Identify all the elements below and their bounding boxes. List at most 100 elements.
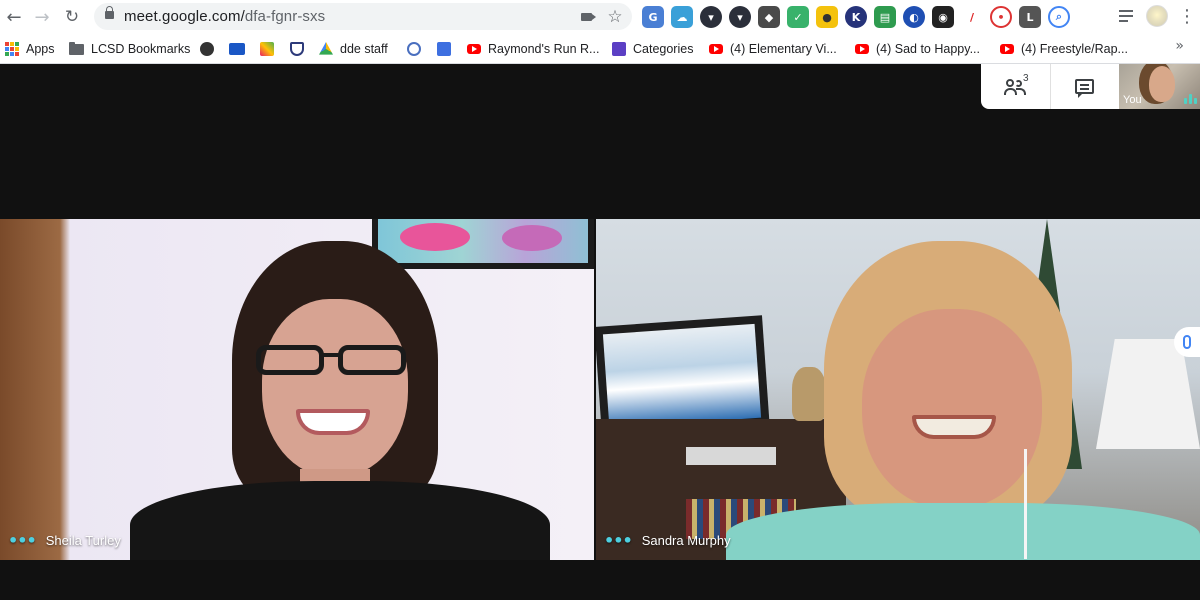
url-text[interactable]: meet.google.com/dfa-fgnr-sxs xyxy=(124,8,325,25)
bookmark-dde-staff[interactable]: dde staff xyxy=(319,40,388,58)
bookmark-label: (4) Freestyle/Rap... xyxy=(1021,42,1128,56)
bookmarks-bar: Apps LCSD Bookmarks dde staff Raymond's … xyxy=(0,34,1200,64)
wall-painting xyxy=(372,219,594,269)
mic-level-icon xyxy=(1184,94,1197,104)
bookmark-c[interactable] xyxy=(437,40,451,58)
browser-toolbar: ← → ↻ meet.google.com/dfa-fgnr-sxs ☆ G ☁… xyxy=(0,0,1200,34)
earbud-cable xyxy=(1024,449,1027,559)
bookmark-icon xyxy=(260,42,274,56)
back-icon[interactable]: ← xyxy=(2,5,26,29)
meeting-top-panel: 3 xyxy=(981,64,1119,109)
youtube-icon xyxy=(709,44,723,54)
participant-name: Sandra Murphy xyxy=(641,533,731,548)
people-button[interactable]: 3 xyxy=(981,64,1050,109)
media-control-icon[interactable] xyxy=(1118,7,1136,25)
bookmark-label: (4) Elementary Vi... xyxy=(730,42,837,56)
youtube-icon xyxy=(1000,44,1014,54)
chat-icon xyxy=(1075,79,1095,98)
bookmark-label: (4) Sad to Happy... xyxy=(876,42,980,56)
kebab-menu-icon[interactable]: ⋮ xyxy=(1178,6,1196,27)
l-extension-icon[interactable]: L xyxy=(1019,6,1041,28)
person-smile xyxy=(912,415,996,439)
drive-icon xyxy=(319,42,333,55)
person-shirt xyxy=(726,503,1200,560)
person-face xyxy=(262,299,408,477)
self-label: You xyxy=(1123,94,1142,106)
search-extension-icon[interactable]: ⌕ xyxy=(1048,6,1070,28)
glasses xyxy=(322,353,340,357)
bookmark-label: Categories xyxy=(633,42,694,56)
cloud-extension-icon[interactable]: ☁ xyxy=(671,6,693,28)
url-host: meet.google.com/ xyxy=(124,8,245,25)
bookmark-label: LCSD Bookmarks xyxy=(91,42,191,56)
bookmark-label: dde staff xyxy=(340,42,388,56)
bookmark-label: Apps xyxy=(26,42,55,56)
shield-icon xyxy=(290,42,304,56)
bookmark-categories[interactable]: Categories xyxy=(612,40,693,58)
bulb-extension-icon[interactable]: ◆ xyxy=(758,6,780,28)
participant-count: 3 xyxy=(1023,73,1029,84)
shield-extension-icon-2[interactable]: ▾ xyxy=(729,6,751,28)
extensions-bar: G ☁ ▾ ▾ ◆ ✓ ● K ▤ ◐ ◉ / • L ⌕ xyxy=(642,6,1070,28)
classroom-extension-icon[interactable]: ▤ xyxy=(874,6,896,28)
self-video xyxy=(1149,66,1175,102)
camera-icon[interactable] xyxy=(576,7,596,27)
check-extension-icon[interactable]: ✓ xyxy=(787,6,809,28)
k-extension-icon[interactable]: K xyxy=(845,6,867,28)
bookmark-color[interactable] xyxy=(260,40,274,58)
browser-menu-area: ⋮ xyxy=(1118,5,1196,27)
screencast-extension-icon[interactable]: ◉ xyxy=(932,6,954,28)
bookmark-blue[interactable] xyxy=(229,40,245,58)
voice-mic-icon[interactable] xyxy=(1174,327,1200,357)
bookmark-lcsd[interactable]: LCSD Bookmarks xyxy=(69,40,190,58)
youtube-icon xyxy=(467,44,481,54)
url-path: dfa-fgnr-sxs xyxy=(244,8,326,25)
bookmark-label: Raymond's Run R... xyxy=(488,42,600,56)
reload-icon[interactable]: ↻ xyxy=(60,5,84,29)
lock-icon xyxy=(105,6,114,19)
youtube-icon xyxy=(855,44,869,54)
self-view-tile[interactable]: You xyxy=(1119,64,1200,109)
vase xyxy=(792,367,826,421)
meet-stage: 3 You ••• Sheila Turley ••• Sandra Murph… xyxy=(0,64,1200,600)
participant-name-tag: ••• Sandra Murphy xyxy=(604,531,731,550)
person-face xyxy=(862,309,1042,509)
folder-icon xyxy=(69,41,84,55)
bookmark-icon xyxy=(229,43,245,55)
lightbulb-extension-icon[interactable]: ● xyxy=(816,6,838,28)
address-bar[interactable]: meet.google.com/dfa-fgnr-sxs ☆ xyxy=(94,3,632,30)
more-options-icon[interactable]: ••• xyxy=(604,531,633,550)
bookmark-sad-to-happy[interactable]: (4) Sad to Happy... xyxy=(855,40,980,58)
bookmark-shield[interactable] xyxy=(290,40,304,58)
bookmark-freestyle[interactable]: (4) Freestyle/Rap... xyxy=(1000,40,1128,58)
participant-name: Sheila Turley xyxy=(45,533,121,548)
more-bookmarks-chevron-icon[interactable]: » xyxy=(1175,38,1184,54)
globe-icon xyxy=(200,42,214,56)
more-options-icon[interactable]: ••• xyxy=(8,531,37,550)
bookmark-globe[interactable] xyxy=(200,40,214,58)
bookmark-elementary[interactable]: (4) Elementary Vi... xyxy=(709,40,837,58)
bookmark-icon xyxy=(612,42,626,56)
timer-extension-icon[interactable]: • xyxy=(990,6,1012,28)
participant-tile-sheila[interactable]: ••• Sheila Turley xyxy=(0,219,594,560)
glasses xyxy=(256,345,324,375)
bookmark-icon xyxy=(437,42,451,56)
shield-extension-icon[interactable]: ▾ xyxy=(700,6,722,28)
glasses xyxy=(338,345,406,375)
bookmark-icon xyxy=(407,42,421,56)
translate-extension-icon[interactable]: G xyxy=(642,6,664,28)
person-smile xyxy=(296,409,370,435)
bookmark-apps[interactable]: Apps xyxy=(5,40,55,58)
globe-extension-icon[interactable]: ◐ xyxy=(903,6,925,28)
participant-tile-sandra[interactable]: ••• Sandra Murphy xyxy=(596,219,1200,560)
forward-icon[interactable]: → xyxy=(30,5,54,29)
apps-grid-icon xyxy=(5,42,19,56)
bookmark-raymonds-run[interactable]: Raymond's Run R... xyxy=(467,40,599,58)
chat-button[interactable] xyxy=(1049,64,1120,109)
bookmark-s[interactable] xyxy=(407,40,421,58)
star-icon[interactable]: ☆ xyxy=(605,7,625,27)
pen-extension-icon[interactable]: / xyxy=(961,6,983,28)
profile-avatar[interactable] xyxy=(1146,5,1168,27)
person-shirt xyxy=(130,481,550,560)
participant-name-tag: ••• Sheila Turley xyxy=(8,531,121,550)
